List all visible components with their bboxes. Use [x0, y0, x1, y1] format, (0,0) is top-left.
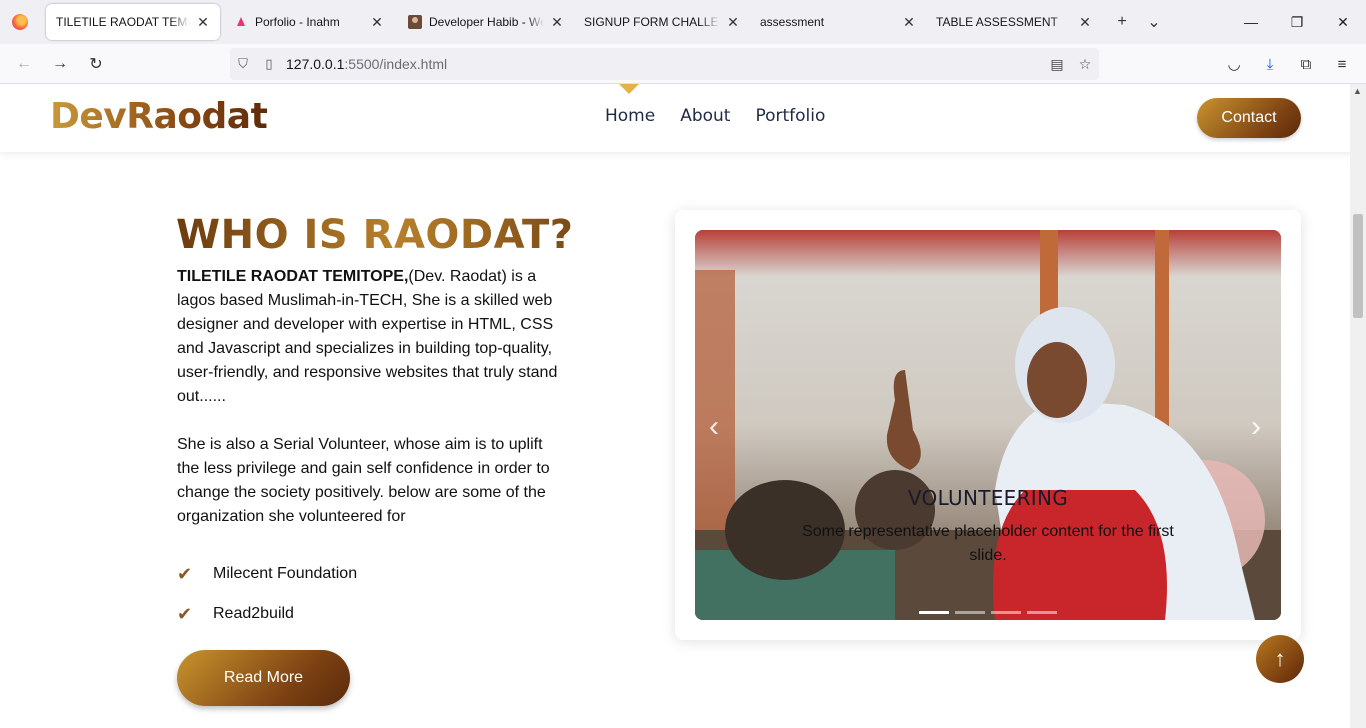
carousel-prev-icon[interactable]: ‹ — [709, 410, 719, 444]
caption-text: Some representative placeholder content … — [802, 523, 1174, 564]
close-tab-icon[interactable]: ✕ — [196, 14, 210, 31]
volunteer-list: ✔ Milecent Foundation ✔ Read2build — [177, 554, 357, 634]
close-tab-icon[interactable]: ✕ — [902, 14, 916, 31]
extensions-icon[interactable]: ⧉ — [1288, 48, 1324, 80]
carousel-indicator[interactable] — [955, 611, 985, 614]
avatar-favicon-icon — [408, 15, 422, 29]
check-icon: ✔ — [177, 563, 193, 584]
carousel-indicator[interactable] — [1027, 611, 1057, 614]
pocket-icon[interactable]: ◡ — [1216, 48, 1252, 80]
url-text[interactable]: 127.0.0.1:5500/index.html — [286, 56, 447, 72]
nav-home[interactable]: Home — [605, 106, 655, 126]
tab-signup-form[interactable]: SIGNUP FORM CHALLENGE ✕ — [574, 4, 750, 40]
carousel-card: ‹ › VOLUNTEERING Some representative pla… — [675, 210, 1301, 640]
tab-title: TILETILE RAODAT TEMITOPE — [56, 15, 190, 29]
about-heading: WHO IS RAODAT? — [176, 212, 574, 258]
back-to-top-button[interactable]: ↑ — [1256, 635, 1304, 683]
tab-title: TABLE ASSESSMENT — [936, 15, 1058, 29]
tab-title: Developer Habib - Web — [429, 15, 544, 29]
site-header: DevRaodat Home About Portfolio Contact — [0, 84, 1366, 152]
downloads-icon[interactable]: ⤓ — [1252, 48, 1288, 80]
browser-navbar: ← → ↻ ⛉ ▯ 127.0.0.1:5500/index.html ▤ ☆ … — [0, 44, 1366, 84]
about-text: TILETILE RAODAT TEMITOPE,(Dev. Raodat) i… — [177, 265, 567, 529]
carousel-indicator[interactable] — [991, 611, 1021, 614]
carousel-indicator[interactable] — [919, 611, 949, 614]
site-logo[interactable]: DevRaodat — [50, 96, 268, 137]
list-item: ✔ Read2build — [177, 603, 294, 624]
carousel-indicators — [919, 611, 1057, 614]
carousel-slide: ‹ › VOLUNTEERING Some representative pla… — [695, 230, 1281, 620]
bookmark-star-icon[interactable]: ☆ — [1071, 56, 1099, 73]
restore-icon[interactable]: ❐ — [1274, 0, 1320, 44]
tab-assessment[interactable]: assessment ✕ — [750, 4, 926, 40]
scroll-up-arrow-icon[interactable]: ▲ — [1353, 86, 1362, 96]
url-bar[interactable]: ⛉ ▯ 127.0.0.1:5500/index.html ▤ ☆ — [230, 48, 1099, 80]
check-icon: ✔ — [177, 603, 193, 624]
tab-portfolio-inahm[interactable]: Porfolio - Inahm ✕ — [224, 4, 394, 40]
close-window-icon[interactable]: ✕ — [1320, 0, 1366, 44]
tab-tiletile[interactable]: TILETILE RAODAT TEMITOPE ✕ — [46, 4, 220, 40]
close-tab-icon[interactable]: ✕ — [1078, 14, 1092, 31]
tab-developer-habib[interactable]: Developer Habib - Web ✕ — [398, 4, 574, 40]
portfolio-favicon-icon — [237, 17, 245, 26]
page-viewport: DevRaodat Home About Portfolio Contact W… — [0, 84, 1366, 728]
page-icon: ▯ — [265, 56, 273, 71]
reader-view-icon[interactable]: ▤ — [1043, 56, 1071, 73]
back-arrow-icon[interactable]: ← — [6, 48, 42, 80]
firefox-menu-icon[interactable] — [0, 0, 40, 44]
read-more-button[interactable]: Read More — [177, 650, 350, 706]
minimize-icon[interactable]: — — [1228, 0, 1274, 44]
tab-table-assessment[interactable]: TABLE ASSESSMENT ✕ — [926, 4, 1102, 40]
tab-title: SIGNUP FORM CHALLENGE — [584, 15, 720, 29]
page-scrollbar[interactable]: ▲ — [1350, 84, 1366, 728]
about-para-1: TILETILE RAODAT TEMITOPE,(Dev. Raodat) i… — [177, 265, 567, 409]
close-tab-icon[interactable]: ✕ — [726, 14, 740, 31]
tab-title: Porfolio - Inahm — [255, 15, 340, 29]
reload-icon[interactable]: ↻ — [78, 48, 114, 80]
app-menu-icon[interactable]: ≡ — [1324, 48, 1360, 80]
about-para-2: She is also a Serial Volunteer, whose ai… — [177, 436, 550, 525]
scrollbar-thumb[interactable] — [1353, 214, 1363, 318]
contact-button[interactable]: Contact — [1197, 98, 1301, 138]
forward-arrow-icon[interactable]: → — [42, 48, 78, 80]
close-tab-icon[interactable]: ✕ — [370, 14, 384, 31]
tab-title: assessment — [760, 15, 825, 29]
shield-icon[interactable]: ⛉ — [230, 56, 256, 72]
close-tab-icon[interactable]: ✕ — [550, 14, 564, 31]
nav-about[interactable]: About — [680, 106, 730, 126]
carousel-next-icon[interactable]: › — [1251, 410, 1261, 444]
about-name: TILETILE RAODAT TEMITOPE, — [177, 268, 409, 285]
caption-title: VOLUNTEERING — [907, 486, 1069, 510]
list-tabs-chevron-icon[interactable]: ⌄ — [1138, 12, 1170, 32]
active-nav-caret — [619, 84, 639, 94]
nav-portfolio[interactable]: Portfolio — [755, 106, 825, 126]
browser-tabbar: TILETILE RAODAT TEMITOPE ✕ Porfolio - In… — [0, 0, 1366, 44]
about-para-1-text: (Dev. Raodat) is a lagos based Muslimah-… — [177, 268, 558, 405]
list-item: ✔ Milecent Foundation — [177, 563, 358, 584]
carousel-caption: VOLUNTEERING Some representative placeho… — [695, 486, 1281, 568]
site-nav: Home About Portfolio — [605, 106, 825, 126]
new-tab-icon[interactable]: + — [1106, 13, 1138, 31]
